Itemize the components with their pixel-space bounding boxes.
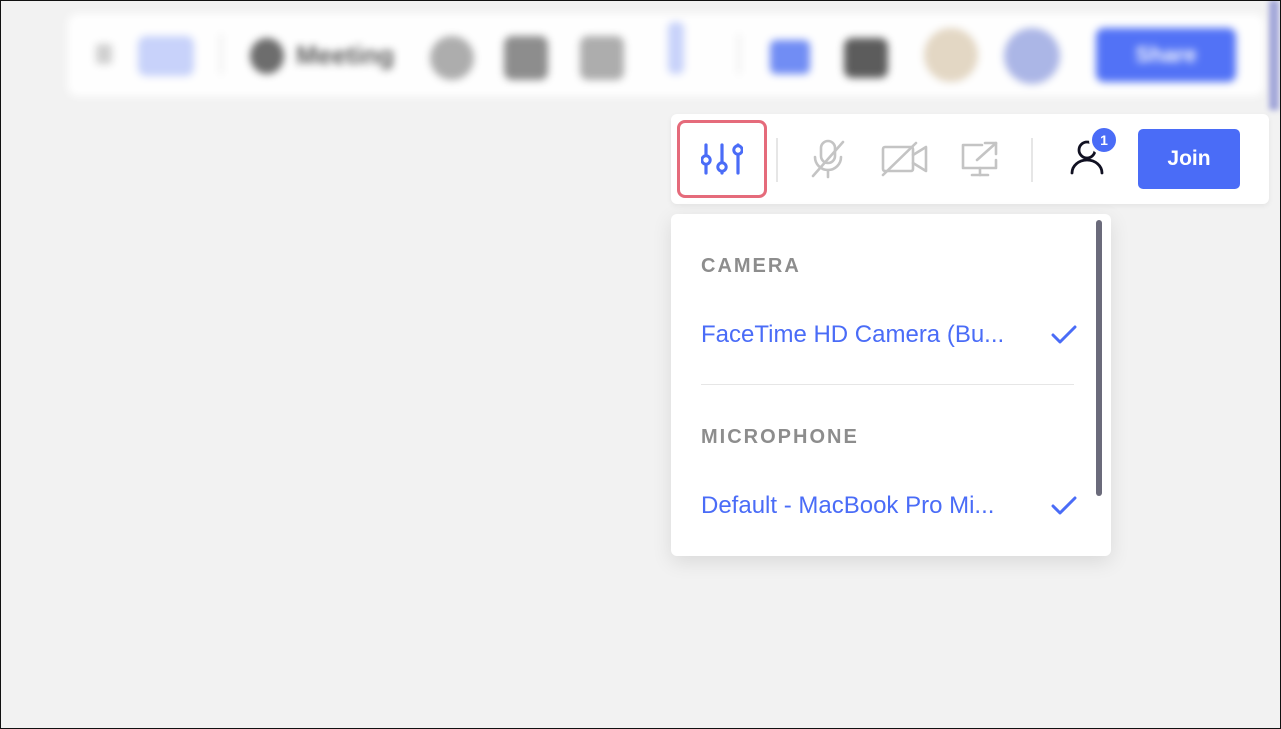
- blurred-meeting-icon: [250, 38, 284, 74]
- camera-option-label: FaceTime HD Camera (Bu...: [701, 321, 1005, 348]
- settings-button[interactable]: [677, 120, 767, 198]
- camera-option[interactable]: FaceTime HD Camera (Bu...: [701, 315, 1077, 355]
- meeting-control-bar: 1 Join: [671, 114, 1269, 204]
- blurred-icon-4: [668, 22, 684, 74]
- camera-section-title: CAMERA: [701, 255, 801, 277]
- microphone-off-icon: [811, 139, 845, 179]
- blurred-icon-2: [504, 36, 548, 80]
- section-divider: [701, 384, 1074, 385]
- microphone-option-label: Default - MacBook Pro Mi...: [701, 492, 995, 519]
- camera-toggle-button[interactable]: [877, 136, 933, 182]
- blurred-pen-icon: [844, 38, 888, 78]
- device-settings-dropdown: CAMERA FaceTime HD Camera (Bu... MICROPH…: [671, 214, 1111, 556]
- blurred-chevron-icon: [96, 44, 112, 64]
- microphone-option[interactable]: Default - MacBook Pro Mi...: [701, 486, 1077, 526]
- check-icon: [1051, 325, 1077, 344]
- blurred-avatar-2: [1004, 28, 1060, 84]
- control-separator: [776, 138, 778, 182]
- control-separator: [1031, 138, 1033, 182]
- blurred-sidebar-toggle-icon: [138, 36, 194, 76]
- camera-off-icon: [881, 141, 928, 177]
- blurred-separator: [738, 34, 740, 74]
- share-screen-button[interactable]: [955, 136, 1005, 182]
- sliders-icon: [701, 143, 743, 175]
- check-icon: [1051, 496, 1077, 515]
- mute-microphone-button[interactable]: [803, 136, 853, 182]
- blurred-share-button: Share: [1096, 28, 1236, 82]
- blurred-icon-1: [430, 36, 474, 80]
- blurred-avatar-1: [924, 28, 978, 82]
- microphone-section-title: MICROPHONE: [701, 426, 859, 448]
- background-toolbar: Meeting Share: [68, 14, 1264, 96]
- blurred-meeting-label: Meeting: [296, 40, 395, 70]
- participants-count-badge: 1: [1089, 125, 1119, 155]
- join-button[interactable]: Join: [1138, 129, 1240, 189]
- screen-share-icon: [961, 141, 998, 177]
- blurred-window-edge: [1269, 0, 1279, 110]
- blurred-separator: [220, 34, 222, 74]
- blurred-check-icon: [770, 40, 810, 74]
- dropdown-scrollbar[interactable]: [1096, 220, 1102, 496]
- blurred-icon-3: [580, 36, 624, 80]
